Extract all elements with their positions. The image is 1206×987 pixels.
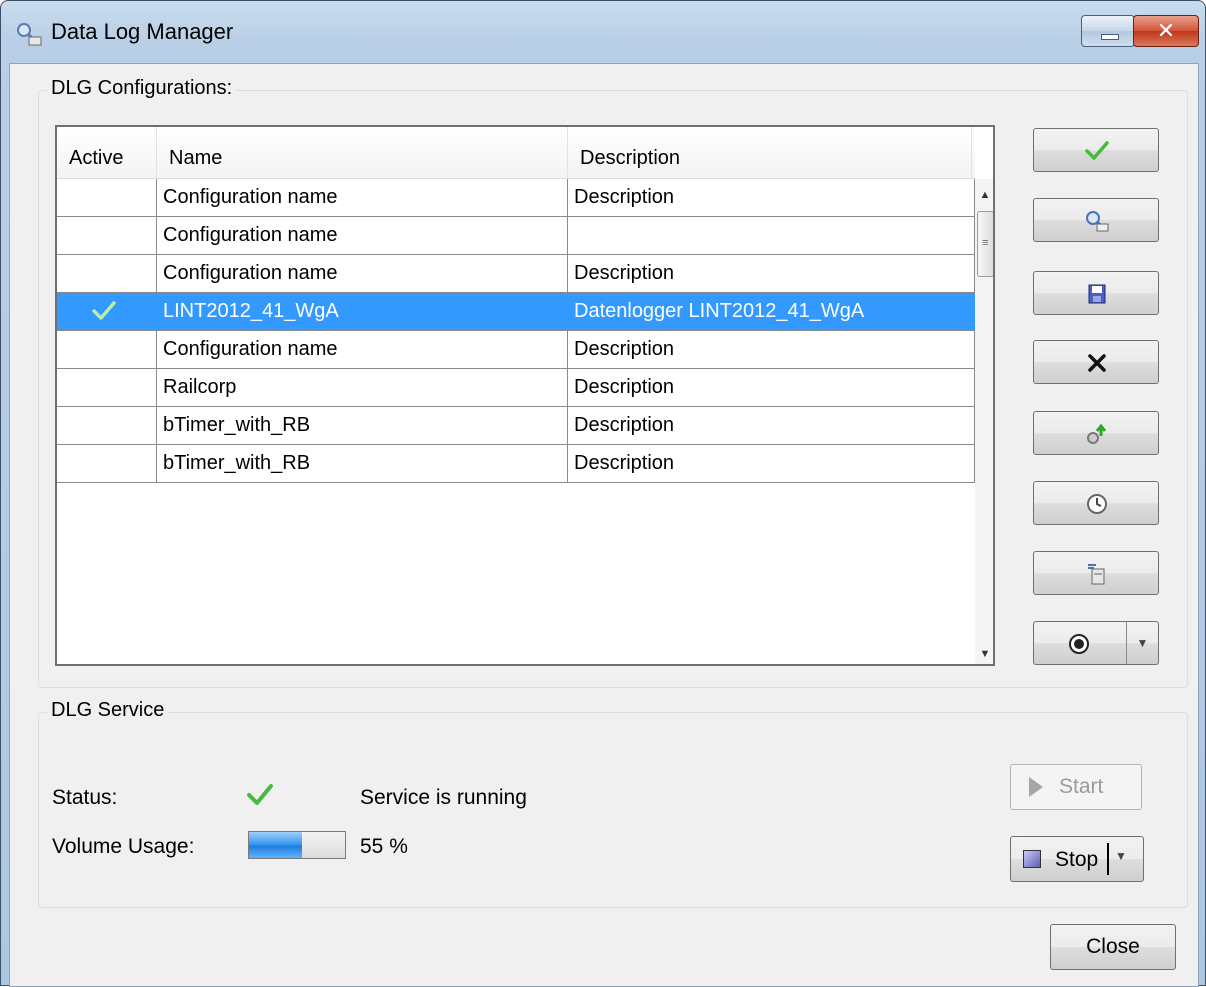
close-button[interactable]: Close bbox=[1050, 924, 1176, 970]
client-area: DLG Configurations: Active Name Descript… bbox=[9, 63, 1199, 987]
volume-usage-fill bbox=[249, 832, 302, 858]
table-row[interactable]: LINT2012_41_WgA Datenlogger LINT2012_41_W… bbox=[57, 293, 975, 331]
data-log-config-icon bbox=[1086, 211, 1109, 232]
name-cell[interactable]: bTimer_with_RB bbox=[157, 445, 568, 483]
gear-upload-button[interactable] bbox=[1033, 411, 1159, 455]
active-cell[interactable] bbox=[57, 217, 157, 255]
table-row[interactable]: Configuration name bbox=[57, 217, 975, 255]
database-export-icon bbox=[1088, 564, 1105, 585]
window-title: Data Log Manager bbox=[51, 19, 234, 44]
stop-icon bbox=[1023, 850, 1041, 868]
vertical-scrollbar[interactable]: ▲ ≡ ▼ bbox=[975, 179, 993, 664]
description-cell[interactable]: Description bbox=[568, 407, 975, 445]
database-export-button[interactable] bbox=[1033, 551, 1159, 595]
save-icon bbox=[1088, 284, 1106, 304]
table-row[interactable]: Configuration name Description bbox=[57, 255, 975, 293]
active-cell[interactable] bbox=[57, 179, 157, 217]
checkmark-button[interactable] bbox=[1033, 128, 1159, 172]
stop-button[interactable]: Stop ▼ bbox=[1010, 836, 1144, 882]
status-text: Service is running bbox=[360, 786, 527, 809]
active-cell[interactable] bbox=[57, 369, 157, 407]
data-log-config-button[interactable] bbox=[1033, 198, 1159, 242]
gear-upload-icon bbox=[1087, 423, 1107, 444]
configurations-group: DLG Configurations: Active Name Descript… bbox=[38, 77, 1188, 688]
active-cell[interactable] bbox=[57, 293, 157, 331]
volume-usage-label: Volume Usage: bbox=[52, 835, 195, 858]
volume-usage-value: 55 % bbox=[360, 835, 408, 858]
table-row[interactable]: Configuration name Description bbox=[57, 331, 975, 369]
column-header-description[interactable]: Description bbox=[568, 127, 972, 179]
description-cell[interactable]: Description bbox=[568, 331, 975, 369]
title-bar[interactable]: Data Log Manager ✕ bbox=[1, 1, 1205, 63]
stop-label: Stop bbox=[1055, 848, 1099, 871]
active-checkmark-icon bbox=[92, 301, 116, 320]
configurations-group-label: DLG Configurations: bbox=[47, 77, 237, 100]
table-row[interactable]: bTimer_with_RB Description bbox=[57, 445, 975, 483]
table-header: Active Name Description bbox=[57, 127, 975, 179]
column-header-active[interactable]: Active bbox=[57, 127, 157, 179]
start-label: Start bbox=[1059, 775, 1104, 798]
active-cell[interactable] bbox=[57, 445, 157, 483]
clock-icon bbox=[1087, 494, 1107, 514]
info-icon bbox=[1069, 634, 1089, 654]
service-group-label: DLG Service bbox=[47, 699, 169, 722]
active-cell[interactable] bbox=[57, 407, 157, 445]
name-cell[interactable]: bTimer_with_RB bbox=[157, 407, 568, 445]
delete-x-icon bbox=[1088, 354, 1106, 372]
scroll-up-arrow-icon[interactable]: ▲ bbox=[975, 185, 993, 205]
close-icon: ✕ bbox=[1156, 18, 1176, 43]
table-row[interactable]: Railcorp Description bbox=[57, 369, 975, 407]
scroll-down-arrow-icon[interactable]: ▼ bbox=[975, 644, 993, 664]
description-cell[interactable] bbox=[568, 217, 975, 255]
split-divider bbox=[1107, 843, 1109, 875]
minimize-button[interactable] bbox=[1081, 15, 1135, 47]
description-cell[interactable]: Description bbox=[568, 445, 975, 483]
status-label: Status: bbox=[52, 786, 118, 809]
checkmark-icon bbox=[247, 784, 273, 805]
checkmark-icon bbox=[1085, 141, 1109, 160]
name-cell[interactable]: Configuration name bbox=[157, 255, 568, 293]
description-cell[interactable]: Description bbox=[568, 179, 975, 217]
delete-x-button[interactable] bbox=[1033, 340, 1159, 384]
description-cell[interactable]: Description bbox=[568, 369, 975, 407]
volume-usage-bar bbox=[248, 831, 346, 859]
data-log-manager-window: Data Log Manager ✕ DLG Configurations: A… bbox=[0, 0, 1206, 987]
column-header-name[interactable]: Name bbox=[157, 127, 568, 179]
name-cell[interactable]: Configuration name bbox=[157, 331, 568, 369]
save-button[interactable] bbox=[1033, 271, 1159, 315]
description-cell[interactable]: Description bbox=[568, 255, 975, 293]
scroll-thumb[interactable]: ≡ bbox=[977, 211, 993, 277]
chevron-down-icon[interactable]: ▼ bbox=[1115, 849, 1127, 863]
active-cell[interactable] bbox=[57, 331, 157, 369]
name-cell[interactable]: Railcorp bbox=[157, 369, 568, 407]
start-button[interactable]: Start bbox=[1010, 764, 1142, 810]
description-cell[interactable]: Datenlogger LINT2012_41_WgA bbox=[568, 293, 975, 331]
name-cell[interactable]: LINT2012_41_WgA bbox=[157, 293, 568, 331]
play-icon bbox=[1029, 777, 1043, 797]
chevron-down-icon[interactable]: ▼ bbox=[1126, 622, 1158, 664]
table-row[interactable]: Configuration name Description bbox=[57, 179, 975, 217]
clock-button[interactable] bbox=[1033, 481, 1159, 525]
name-cell[interactable]: Configuration name bbox=[157, 179, 568, 217]
active-cell[interactable] bbox=[57, 255, 157, 293]
configurations-table[interactable]: Active Name Description Configuration na… bbox=[55, 125, 995, 666]
name-cell[interactable]: Configuration name bbox=[157, 217, 568, 255]
table-row[interactable]: bTimer_with_RB Description bbox=[57, 407, 975, 445]
grip-icon: ≡ bbox=[982, 237, 989, 249]
info-button[interactable]: ▼ bbox=[1033, 621, 1159, 665]
window-close-button[interactable]: ✕ bbox=[1133, 15, 1199, 47]
app-icon bbox=[17, 23, 42, 46]
